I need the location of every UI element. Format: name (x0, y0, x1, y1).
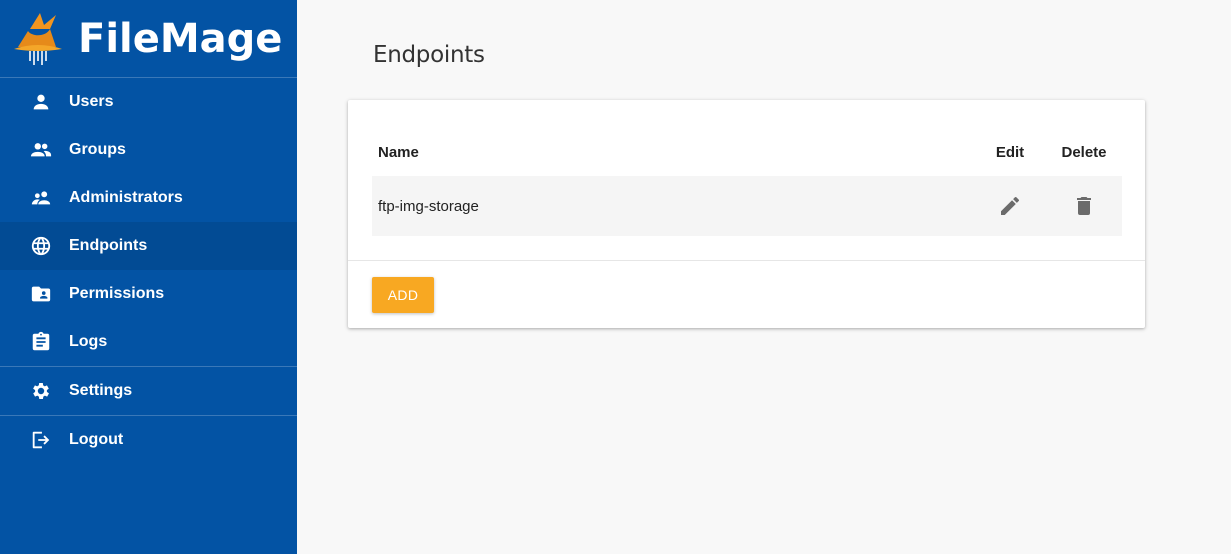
table-row: ftp-img-storage (372, 176, 1122, 236)
clipboard-icon (30, 331, 52, 353)
endpoint-name: ftp-img-storage (378, 197, 479, 215)
sidebar-item-groups[interactable]: Groups (0, 126, 297, 174)
filemage-logo-icon (14, 12, 62, 65)
endpoints-card: Name Edit Delete ftp-img-storage ADD (348, 100, 1145, 328)
person-icon (30, 91, 52, 113)
sidebar-item-label: Administrators (69, 189, 183, 206)
logout-icon (30, 429, 52, 451)
supervisor-icon (30, 187, 52, 209)
globe-icon (30, 235, 52, 257)
pencil-icon (1001, 196, 1019, 215)
sidebar-item-administrators[interactable]: Administrators (0, 174, 297, 222)
sidebar: FileMage Users Groups Administrators End… (0, 0, 297, 554)
column-header-delete: Delete (1061, 143, 1107, 161)
sidebar-item-logs[interactable]: Logs (0, 318, 297, 366)
trash-icon (1077, 197, 1091, 215)
page-title: Endpoints (373, 42, 485, 68)
column-header-edit: Edit (995, 143, 1025, 161)
sidebar-item-endpoints[interactable]: Endpoints (0, 222, 297, 270)
folder-shared-icon (30, 283, 52, 305)
add-endpoint-button[interactable]: ADD (372, 277, 434, 313)
group-icon (30, 139, 52, 161)
sidebar-item-logout[interactable]: Logout (0, 416, 297, 464)
brand-name: FileMage (78, 15, 283, 62)
edit-button[interactable] (974, 194, 1046, 218)
sidebar-item-label: Logout (69, 431, 124, 448)
brand[interactable]: FileMage (0, 0, 297, 78)
sidebar-item-permissions[interactable]: Permissions (0, 270, 297, 318)
sidebar-item-settings[interactable]: Settings (0, 367, 297, 415)
table-header: Name Edit Delete (372, 128, 1122, 176)
sidebar-item-label: Permissions (69, 285, 165, 302)
delete-button[interactable] (1046, 194, 1122, 218)
nav-group-main: Users Groups Administrators Endpoints Pe… (0, 78, 297, 367)
sidebar-item-label: Users (69, 93, 114, 110)
sidebar-item-users[interactable]: Users (0, 78, 297, 126)
column-header-name: Name (378, 143, 419, 161)
gear-icon (30, 380, 52, 402)
nav-group-settings: Settings (0, 367, 297, 416)
sidebar-item-label: Settings (69, 382, 133, 399)
main-content: Endpoints Name Edit Delete ftp-img-stora… (297, 0, 1231, 554)
sidebar-item-label: Logs (69, 333, 108, 350)
sidebar-item-label: Groups (69, 141, 126, 158)
card-divider (348, 260, 1145, 261)
sidebar-item-label: Endpoints (69, 237, 148, 254)
endpoints-table: Name Edit Delete ftp-img-storage (372, 128, 1122, 236)
